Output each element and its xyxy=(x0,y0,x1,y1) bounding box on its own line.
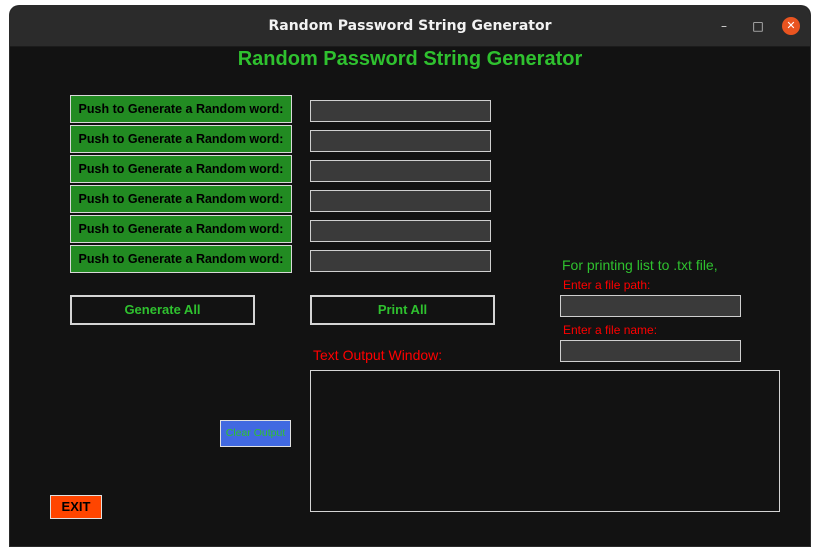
generate-word-button-6[interactable]: Push to Generate a Random word: xyxy=(70,245,292,273)
app-window: Random Password String Generator – □ ✕ R… xyxy=(10,6,810,546)
text-output-window[interactable] xyxy=(310,370,780,512)
generate-word-button-3[interactable]: Push to Generate a Random word: xyxy=(70,155,292,183)
word-field-3[interactable] xyxy=(310,160,491,182)
app-heading: Random Password String Generator xyxy=(237,48,583,70)
maximize-icon[interactable]: □ xyxy=(750,18,766,34)
generate-word-button-2[interactable]: Push to Generate a Random word: xyxy=(70,125,292,153)
word-field-6[interactable] xyxy=(310,250,491,272)
generate-word-button-1[interactable]: Push to Generate a Random word: xyxy=(70,95,292,123)
generate-word-button-5[interactable]: Push to Generate a Random word: xyxy=(70,215,292,243)
word-field-5[interactable] xyxy=(310,220,491,242)
file-panel-heading: For printing list to .txt file, xyxy=(562,257,718,273)
generate-word-button-4[interactable]: Push to Generate a Random word: xyxy=(70,185,292,213)
word-field-1[interactable] xyxy=(310,100,491,122)
file-name-label: Enter a file name: xyxy=(563,323,658,337)
close-icon[interactable]: ✕ xyxy=(782,17,800,35)
title-bar[interactable]: Random Password String Generator – □ ✕ xyxy=(10,6,810,47)
window-title: Random Password String Generator xyxy=(268,18,552,34)
output-window-label: Text Output Window: xyxy=(313,347,443,363)
exit-button[interactable]: EXIT xyxy=(50,495,102,519)
file-path-input[interactable] xyxy=(560,295,741,317)
print-all-button[interactable]: Print All xyxy=(310,295,495,325)
word-field-2[interactable] xyxy=(310,130,491,152)
minimize-icon[interactable]: – xyxy=(716,18,732,34)
word-field-4[interactable] xyxy=(310,190,491,212)
file-name-input[interactable] xyxy=(560,340,741,362)
clear-output-button[interactable]: Clear Output xyxy=(220,420,291,447)
generate-all-button[interactable]: Generate All xyxy=(70,295,255,325)
file-path-label: Enter a file path: xyxy=(563,278,651,292)
